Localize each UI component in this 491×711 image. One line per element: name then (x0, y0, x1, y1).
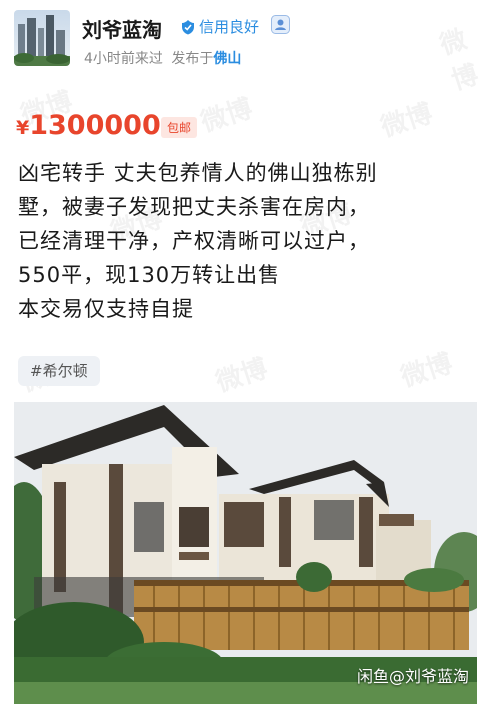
listing-photo[interactable] (14, 402, 477, 704)
watermark: 微博 (397, 348, 457, 394)
location-prefix: 发布于 (171, 51, 214, 67)
credit-rating[interactable]: 信用良好 (180, 16, 259, 37)
description-line: 墅，被妻子发现把丈夫杀害在房内， (18, 195, 370, 219)
last-seen: 4小时前来过 (84, 51, 163, 67)
seller-avatar[interactable] (14, 10, 70, 66)
verified-badge-icon[interactable] (271, 15, 290, 34)
seller-name[interactable]: 刘爷蓝淘 (82, 14, 162, 43)
photo-caption: 闲鱼@刘爷蓝淘 (356, 667, 469, 686)
credit-label: 信用良好 (199, 18, 260, 36)
watermark: 微博 (197, 93, 257, 139)
price: ¥1300000 (16, 110, 161, 141)
topic-tag[interactable]: #希尔顿 (18, 356, 100, 386)
price-symbol: ¥ (16, 117, 30, 139)
price-value: 1300000 (29, 110, 161, 141)
seller-header: 刘爷蓝淘 信用良好 4小时前来过 发布于佛山 (0, 0, 491, 80)
description-line: 550平，现130万转让出售 (18, 263, 281, 287)
seller-meta: 4小时前来过 发布于佛山 (84, 48, 241, 68)
watermark: 微博 (212, 353, 272, 399)
listing-description: 凶宅转手 丈夫包养情人的佛山独栋别 墅，被妻子发现把丈夫杀害在房内， 已经清理干… (18, 156, 480, 326)
description-line: 已经清理干净，产权清晰可以过户， (18, 229, 370, 253)
description-line: 本交易仅支持自提 (18, 297, 194, 321)
description-line: 凶宅转手 丈夫包养情人的佛山独栋别 (18, 161, 378, 185)
shipping-badge: 包邮 (161, 117, 198, 138)
location-city[interactable]: 佛山 (213, 51, 241, 67)
credit-shield-icon (182, 19, 194, 34)
watermark: 微博 (377, 98, 437, 144)
